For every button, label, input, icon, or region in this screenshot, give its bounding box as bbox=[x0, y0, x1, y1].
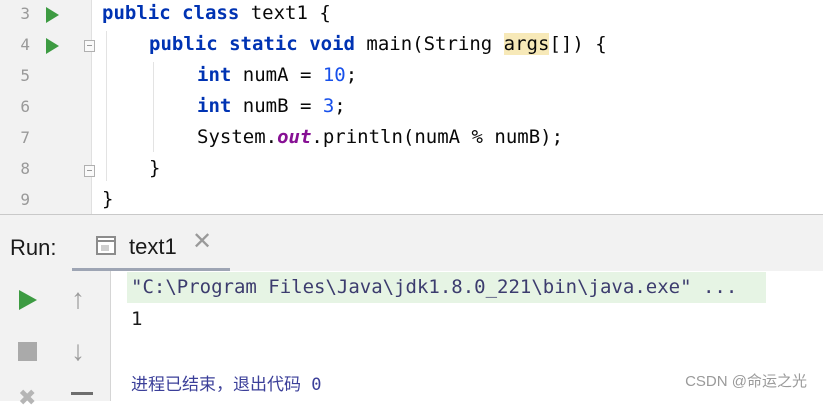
console-output: 1 bbox=[131, 308, 143, 330]
code-text: public class text1 { bbox=[102, 2, 331, 24]
code-editor[interactable]: 3 public class text1 { 4 public static v… bbox=[0, 0, 823, 214]
code-text: System.out.println(numA % numB); bbox=[197, 126, 564, 148]
console-window-icon bbox=[96, 236, 116, 255]
line-number: 6 bbox=[20, 97, 30, 116]
run-tab-text1[interactable]: text1 ✕ bbox=[72, 215, 230, 271]
arrow-up-icon[interactable]: ↑ bbox=[71, 285, 101, 315]
code-line[interactable]: 7 System.out.println(numA % numB); bbox=[0, 124, 823, 155]
code-line[interactable]: 3 public class text1 { bbox=[0, 0, 823, 31]
code-text: int numB = 3; bbox=[197, 95, 346, 117]
tab-label: text1 bbox=[129, 234, 177, 259]
code-line[interactable]: 6 int numB = 3; bbox=[0, 93, 823, 124]
stop-icon[interactable] bbox=[18, 342, 37, 361]
line-number: 5 bbox=[20, 66, 30, 85]
play-icon[interactable] bbox=[19, 290, 37, 310]
run-panel-header: Run: text1 ✕ bbox=[0, 215, 823, 271]
code-text: int numA = 10; bbox=[197, 64, 358, 86]
code-text: } bbox=[149, 157, 161, 179]
run-main-icon[interactable] bbox=[46, 38, 59, 54]
run-class-icon[interactable] bbox=[46, 7, 59, 23]
soft-wrap-icon[interactable] bbox=[71, 392, 93, 395]
code-text: public static void main(String args[]) { bbox=[149, 33, 607, 55]
run-panel-title: Run: bbox=[10, 235, 57, 260]
watermark: CSDN @命运之光 bbox=[685, 373, 807, 390]
line-number: 7 bbox=[20, 128, 30, 147]
close-icon[interactable]: ✕ bbox=[192, 230, 212, 254]
line-number: 9 bbox=[20, 190, 30, 209]
arrow-down-icon[interactable]: ↓ bbox=[71, 337, 101, 367]
line-number: 8 bbox=[20, 159, 30, 178]
fold-collapse-icon[interactable] bbox=[84, 40, 95, 52]
line-number: 3 bbox=[20, 4, 30, 23]
run-toolbar: ↑ ↓ ✖ bbox=[0, 271, 110, 409]
code-line[interactable]: 8 } bbox=[0, 155, 823, 186]
console-exit-message: 进程已结束，退出代码 0 bbox=[131, 375, 322, 395]
toolbar-divider bbox=[110, 271, 111, 401]
code-text: } bbox=[102, 188, 114, 210]
fold-end-icon[interactable] bbox=[84, 165, 95, 177]
code-line[interactable]: 9 } bbox=[0, 186, 823, 217]
code-line[interactable]: 4 public static void main(String args[])… bbox=[0, 31, 823, 62]
line-number: 4 bbox=[20, 35, 30, 54]
code-line[interactable]: 5 int numA = 10; bbox=[0, 62, 823, 93]
close-run-icon[interactable]: ✖ bbox=[18, 387, 48, 417]
console-command[interactable]: "C:\Program Files\Java\jdk1.8.0_221\bin\… bbox=[131, 276, 737, 298]
